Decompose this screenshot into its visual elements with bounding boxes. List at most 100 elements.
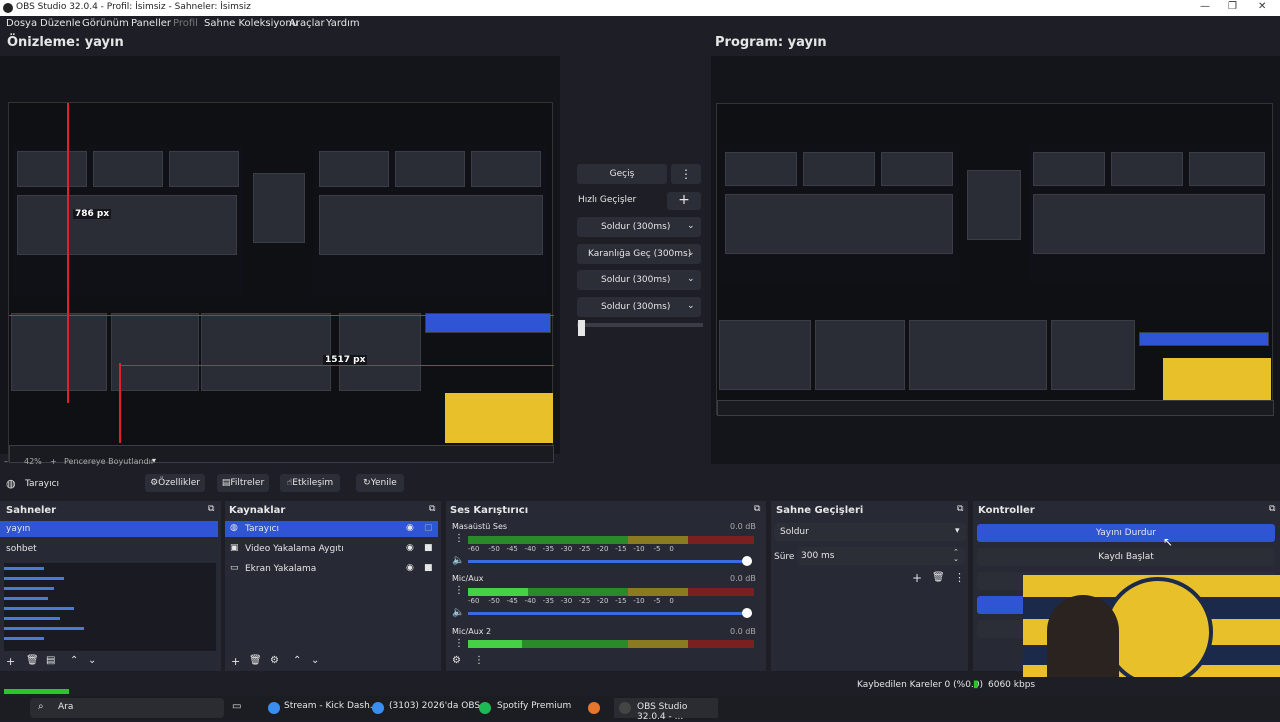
menu-view[interactable]: Görünüm (82, 18, 129, 29)
mixer-settings-icon[interactable]: ⚙ (452, 655, 461, 666)
chrome-icon (268, 702, 280, 714)
source-item-browser[interactable]: ◍ Tarayıcı ◉ ▢ (225, 521, 438, 537)
add-transition-icon[interactable]: + (912, 571, 922, 585)
source-properties-icon[interactable]: ⚙ (270, 655, 279, 666)
taskbar-item-stream[interactable]: Stream - Kick Dash... (284, 701, 378, 711)
volume-slider[interactable] (468, 560, 752, 563)
dock-popout-icon[interactable]: ⧉ (429, 504, 435, 514)
taskbar-item-youtube[interactable]: (3103) 2026'da OBS ... (389, 701, 492, 711)
scene-item-sohbet[interactable]: sohbet (0, 541, 218, 557)
zoom-minus-icon[interactable]: – (4, 457, 8, 466)
task-view-icon[interactable]: ▭ (232, 701, 241, 712)
dock-popout-icon[interactable]: ⧉ (957, 504, 963, 514)
audio-level-bar (4, 689, 69, 694)
eye-icon[interactable]: ◉ (406, 523, 414, 533)
lock-icon[interactable]: ■ (424, 543, 433, 553)
move-up-icon[interactable]: ⌃ (70, 655, 78, 666)
speaker-icon[interactable]: 🔈 (452, 555, 464, 566)
scene-filters-icon[interactable]: ▤ (46, 655, 55, 666)
filters-button[interactable]: ▤Filtreler (217, 474, 269, 492)
mouse-cursor-icon: ↖ (1163, 535, 1174, 549)
transition-menu-icon[interactable]: ⋮ (954, 571, 965, 584)
move-down-icon[interactable]: ⌄ (88, 655, 96, 666)
quick-transition-4[interactable]: Soldur (300ms) ⌄ (577, 297, 701, 317)
source-item-display-capture[interactable]: ▭ Ekran Yakalama ◉ ■ (225, 561, 438, 577)
volume-slider[interactable] (468, 612, 752, 615)
source-item-video-capture[interactable]: ▣ Video Yakalama Aygıtı ◉ ■ (225, 541, 438, 557)
quick-transition-2[interactable]: Karanlığa Geç (300ms) ⌄ (577, 244, 701, 264)
mixer-channel-desktop: Masaüstü Ses 0.0 dB ⋮ -60 -50 -45 -40 -3… (446, 521, 758, 571)
interact-button[interactable]: ☝Etkileşim (280, 474, 340, 492)
stop-stream-button[interactable]: Yayını Durdur (977, 524, 1275, 542)
duration-input[interactable]: 300 ms ⌃ ⌄ (797, 547, 965, 565)
quick-transition-label: Soldur (300ms) (601, 222, 671, 232)
zoom-plus-icon[interactable]: + (50, 457, 57, 466)
channel-menu-icon[interactable]: ⋮ (454, 585, 464, 596)
remove-transition-icon[interactable]: 🗑 (932, 572, 945, 583)
taskbar-item-obs-active[interactable]: OBS Studio 32.0.4 - ... (614, 698, 718, 722)
speaker-icon[interactable]: 🔈 (452, 607, 464, 618)
firefox-icon[interactable] (588, 702, 600, 714)
studio-mode-button[interactable] (977, 596, 1027, 614)
menu-edit[interactable]: Düzenle (40, 18, 81, 29)
refresh-button[interactable]: ↻Yenile (356, 474, 404, 492)
fit-mode-select[interactable]: Pencereye Boyutlandır (64, 457, 154, 466)
close-icon[interactable]: ✕ (1258, 1, 1266, 12)
transition-select-value: Soldur (780, 527, 809, 537)
dock-popout-icon[interactable]: ⧉ (1269, 504, 1275, 514)
channel-menu-icon[interactable]: ⋮ (454, 638, 464, 649)
menu-help[interactable]: Yardım (326, 18, 360, 29)
quick-transition-label: Karanlığa Geç (300ms) (588, 249, 692, 259)
obs-icon (619, 702, 631, 714)
minimize-icon[interactable]: — (1200, 1, 1210, 12)
meter-ticks: -60 -50 -45 -40 -35 -30 -25 -20 -15 -10 … (468, 545, 674, 553)
add-source-icon[interactable]: + (231, 655, 240, 668)
preview-canvas[interactable]: 786 px 1517 px (0, 56, 560, 463)
dock-popout-icon[interactable]: ⧉ (208, 504, 214, 514)
volume-slider-handle[interactable] (742, 556, 752, 566)
menu-docks[interactable]: Paneller (131, 18, 171, 29)
lock-icon[interactable]: ▢ (424, 523, 433, 533)
transition-menu-icon[interactable]: ⋮ (671, 164, 701, 184)
lock-icon[interactable]: ■ (424, 563, 433, 573)
remove-source-icon[interactable]: 🗑 (249, 655, 262, 666)
transition-select[interactable]: Soldur ▾ (774, 523, 966, 541)
add-quick-transition-icon[interactable]: + (667, 192, 701, 210)
stepper-down-icon[interactable]: ⌄ (953, 555, 959, 563)
properties-button[interactable]: ⚙Özellikler (145, 474, 205, 492)
eye-icon[interactable]: ◉ (406, 543, 414, 553)
quick-transition-1[interactable]: Soldur (300ms) ⌄ (577, 217, 701, 237)
channel-menu-icon[interactable]: ⋮ (454, 533, 464, 544)
menu-file[interactable]: Dosya (6, 18, 37, 29)
move-up-icon[interactable]: ⌃ (293, 655, 301, 666)
refresh-icon: ↻ (363, 478, 371, 488)
club-crest-image (1103, 577, 1213, 687)
menu-tools[interactable]: Araçlar (289, 18, 325, 29)
settings-button[interactable] (977, 620, 1027, 638)
scene-item-yayin[interactable]: yayın (0, 521, 218, 537)
move-down-icon[interactable]: ⌄ (311, 655, 319, 666)
signal-icon: ▮ (973, 679, 979, 690)
menu-profile[interactable]: Profil (173, 18, 198, 29)
taskbar-search[interactable]: ⌕ Ara (30, 698, 224, 718)
mixer-title: Ses Karıştırıcı (450, 505, 529, 516)
measure-height-label: 786 px (73, 209, 112, 219)
fit-mode-chevron-icon[interactable]: ▾ (152, 456, 156, 465)
volume-slider-handle[interactable] (742, 608, 752, 618)
tbar-handle[interactable] (578, 320, 585, 336)
window-titlebar: OBS Studio 32.0.4 - Profil: İsimsiz - Sa… (0, 0, 1280, 16)
remove-scene-icon[interactable]: 🗑 (26, 655, 39, 666)
quick-transition-3[interactable]: Soldur (300ms) ⌄ (577, 270, 701, 290)
add-scene-icon[interactable]: + (6, 655, 15, 668)
start-record-button[interactable]: Kaydı Başlat (977, 548, 1275, 566)
menu-scene-collection[interactable]: Sahne Koleksiyonu (204, 18, 298, 29)
mixer-menu-icon[interactable]: ⋮ (474, 655, 484, 666)
maximize-icon[interactable]: ❐ (1228, 1, 1237, 12)
eye-icon[interactable]: ◉ (406, 563, 414, 573)
source-label: Video Yakalama Aygıtı (245, 544, 344, 554)
sources-title: Kaynaklar (229, 505, 286, 516)
dock-popout-icon[interactable]: ⧉ (754, 504, 760, 514)
taskbar-item-spotify[interactable]: Spotify Premium (497, 701, 571, 711)
transition-button[interactable]: Geçiş (577, 164, 667, 184)
status-bar: Kaybedilen Kareler 0 (%0.0) ▮ 6060 kbps (0, 677, 1280, 696)
